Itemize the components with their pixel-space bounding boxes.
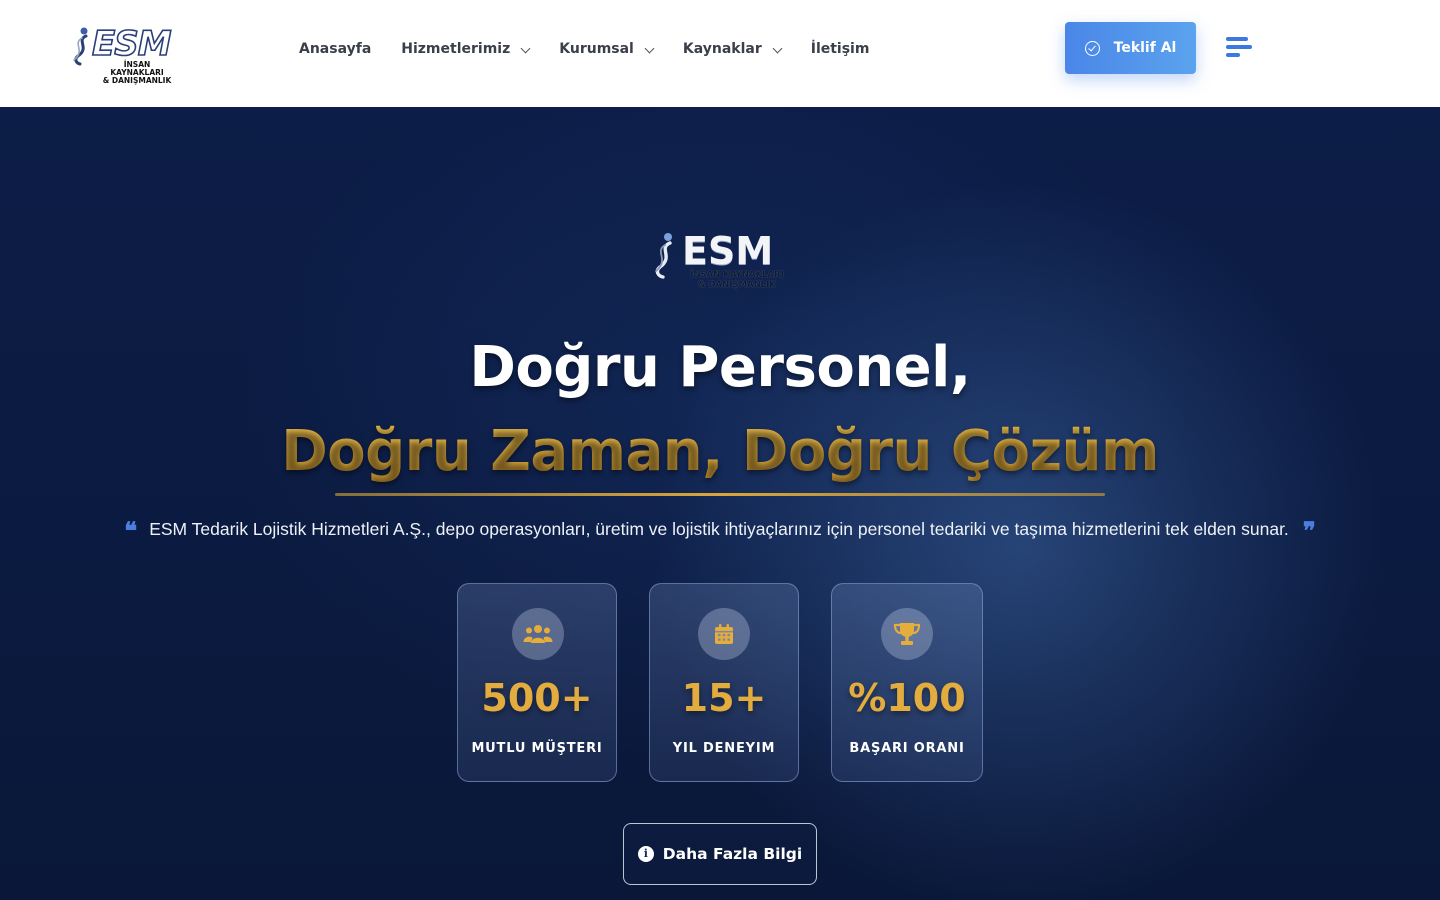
- hero-logo-subtitle: İNSAN KAYNAKLARI & DANIŞMANLIK: [685, 270, 789, 290]
- hamburger-menu-icon[interactable]: [1226, 37, 1252, 61]
- daha-fazla-bilgi-button[interactable]: i Daha Fazla Bilgi: [623, 823, 817, 885]
- hero-tagline: ❝ ESM Tedarik Lojistik Hizmetleri A.Ş., …: [0, 516, 1440, 545]
- nav-item-label: Anasayfa: [299, 41, 372, 57]
- stat-card-success: %100 BAŞARI ORANI: [831, 583, 983, 782]
- hero-logo-subtitle-line2: & DANIŞMANLIK: [698, 280, 776, 290]
- logo-subtitle-line1: İNSAN KAYNAKLARI: [110, 60, 164, 77]
- stat-label: YIL DENEYIM: [672, 741, 776, 756]
- nav-item-kurumsal[interactable]: Kurumsal: [559, 41, 655, 57]
- stat-card-customers: 500+ MUTLU MÜŞTERI: [457, 583, 617, 782]
- main-nav: Anasayfa Hizmetlerimiz Kurumsal Kaynakla…: [299, 38, 899, 60]
- info-icon: i: [637, 846, 654, 862]
- hero-section: ESM İNSAN KAYNAKLARI & DANIŞMANLIK Doğru…: [0, 107, 1440, 900]
- logo-subtitle-line2: & DANIŞMANLIK: [102, 76, 172, 85]
- stat-value: 15+: [681, 676, 767, 720]
- chevron-down-icon: [520, 43, 531, 53]
- trophy-icon: [881, 608, 933, 660]
- stat-label: BAŞARI ORANI: [849, 741, 965, 756]
- logo-subtitle: İNSAN KAYNAKLARI & DANIŞMANLIK: [96, 61, 178, 85]
- chevron-down-icon: [772, 43, 783, 53]
- nav-item-iletisim[interactable]: İletişim: [811, 41, 870, 57]
- logo-wordmark: ESM: [91, 23, 172, 65]
- nav-item-label: Hizmetlerimiz: [401, 41, 511, 57]
- nav-item-label: İletişim: [810, 41, 870, 57]
- hero-title-line2: Doğru Zaman, Doğru Çözüm: [0, 419, 1440, 484]
- daha-fazla-bilgi-label: Daha Fazla Bilgi: [662, 845, 803, 863]
- teklif-al-button[interactable]: Teklif Al: [1065, 22, 1196, 74]
- hero-logo-wordmark: ESM: [682, 229, 774, 273]
- teklif-al-label: Teklif Al: [1113, 40, 1177, 56]
- nav-item-hizmetlerimiz[interactable]: Hizmetlerimiz: [401, 41, 531, 57]
- stat-card-experience: 15+ YIL DENEYIM: [649, 583, 799, 782]
- nav-item-label: Kaynaklar: [682, 41, 762, 57]
- calendar-icon: [698, 608, 750, 660]
- title-underline: [335, 493, 1105, 496]
- stat-label: MUTLU MÜŞTERI: [471, 741, 603, 756]
- logo-figure-icon: [655, 233, 672, 279]
- hero-title-line1: Doğru Personel,: [469, 335, 971, 400]
- stats-row: 500+ MUTLU MÜŞTERI 15+ YIL DENEYIM %100 …: [457, 583, 987, 783]
- stat-value: 500+: [481, 676, 593, 720]
- quote-close-icon: ❞: [1302, 516, 1316, 545]
- stat-value: %100: [848, 676, 966, 720]
- tagline-text: ESM Tedarik Lojistik Hizmetleri A.Ş., de…: [149, 518, 1289, 539]
- quote-open-icon: ❝: [124, 516, 138, 545]
- check-circle-icon: [1084, 40, 1100, 56]
- site-header: ESM İNSAN KAYNAKLARI & DANIŞMANLIK Anasa…: [0, 0, 1440, 107]
- brand-logo[interactable]: ESM İNSAN KAYNAKLARI & DANIŞMANLIK: [70, 23, 180, 85]
- hero-logo-subtitle-line1: İNSAN KAYNAKLARI: [690, 270, 784, 280]
- nav-item-anasayfa[interactable]: Anasayfa: [299, 41, 371, 57]
- hero-logo: ESM İNSAN KAYNAKLARI & DANIŞMANLIK: [652, 229, 792, 297]
- nav-item-label: Kurumsal: [559, 41, 634, 57]
- nav-item-kaynaklar[interactable]: Kaynaklar: [682, 41, 783, 57]
- users-icon: [512, 608, 564, 660]
- chevron-down-icon: [644, 43, 655, 53]
